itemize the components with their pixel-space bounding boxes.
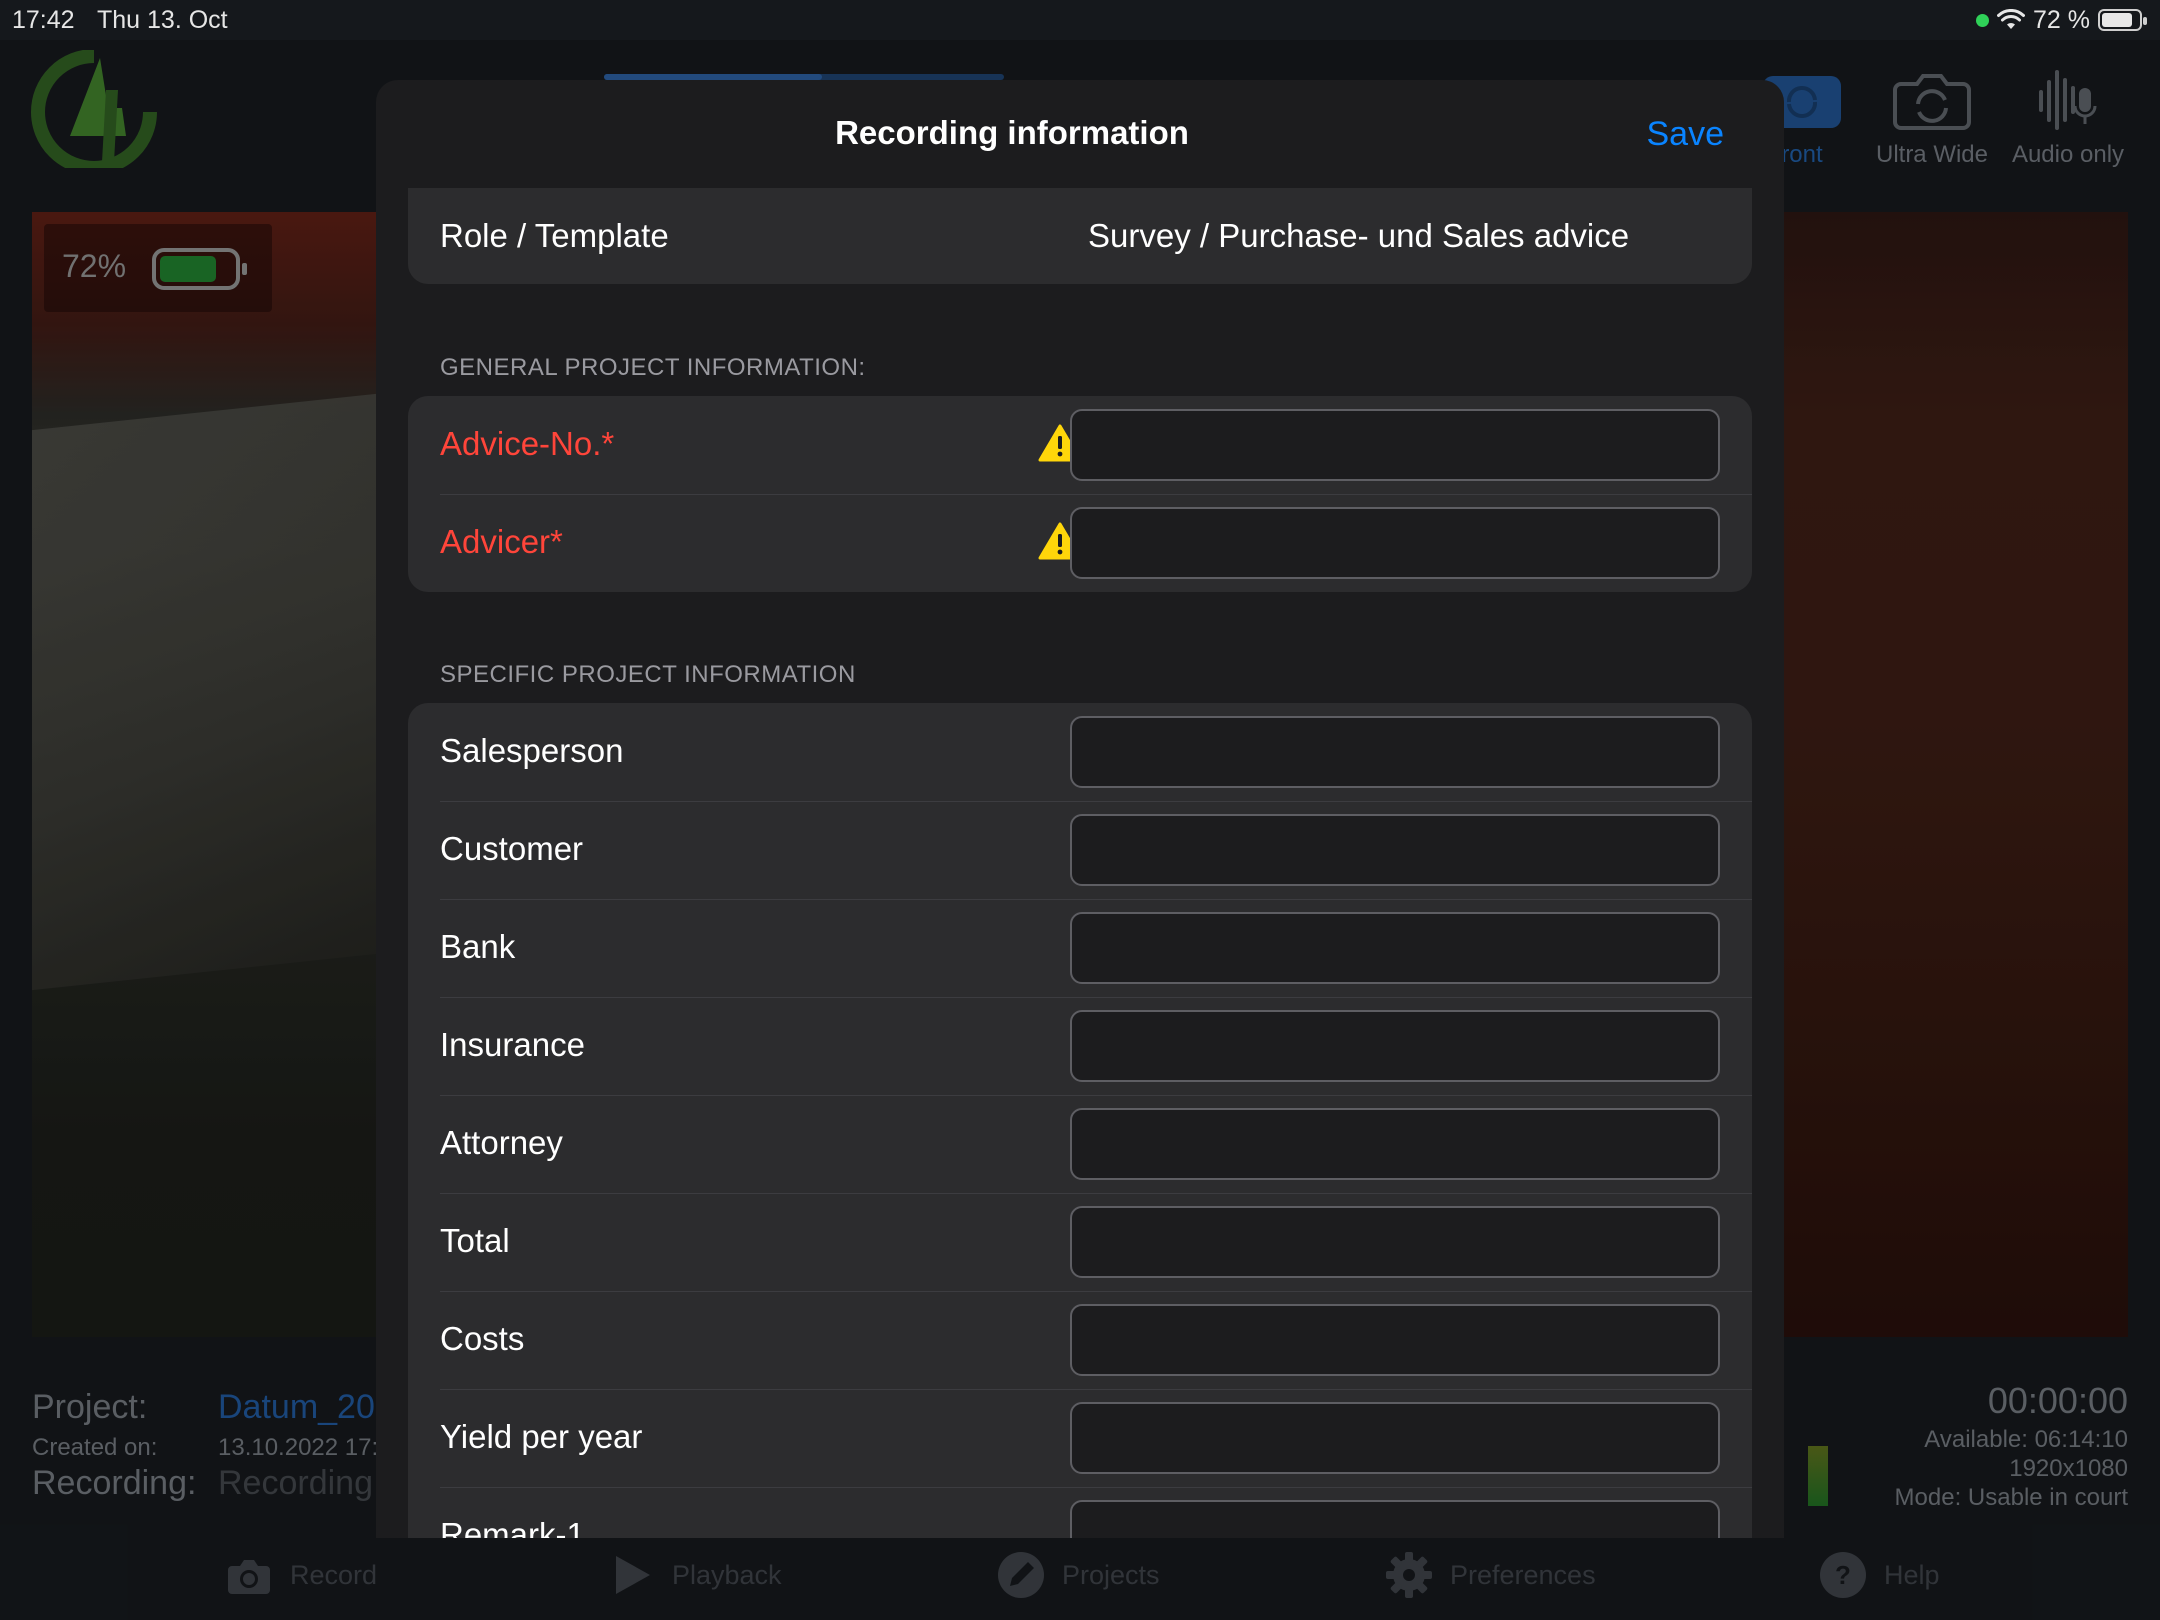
- form-row-yield-per-year: Yield per year: [408, 1389, 1752, 1487]
- sheet-header: Recording information Save: [376, 80, 1784, 188]
- costs-input[interactable]: [1070, 1304, 1720, 1376]
- camera-active-dot-icon: [1976, 13, 1990, 27]
- remark-1-input[interactable]: [1070, 1500, 1720, 1538]
- total-input[interactable]: [1070, 1206, 1720, 1278]
- customer-input[interactable]: [1070, 814, 1720, 886]
- total-label: Total: [440, 1222, 510, 1259]
- customer-label: Customer: [440, 830, 584, 867]
- status-time: 17:42: [12, 6, 75, 34]
- yield-per-year-input[interactable]: [1070, 1402, 1720, 1474]
- specific-info-group: Salesperson Customer Bank Insurance Atto…: [408, 703, 1752, 1538]
- status-indicators: 72 %: [1976, 5, 2147, 35]
- bank-label: Bank: [440, 928, 516, 965]
- bank-input[interactable]: [1070, 912, 1720, 984]
- salesperson-label: Salesperson: [440, 732, 624, 769]
- role-template-value: Survey / Purchase- und Sales advice: [1088, 217, 1630, 254]
- insurance-label: Insurance: [440, 1026, 585, 1063]
- form-row-bank: Bank: [408, 899, 1752, 997]
- remark-1-label: Remark-1: [440, 1516, 585, 1538]
- general-info-group: Advice-No.* Advicer*: [408, 396, 1752, 592]
- advice-no-input[interactable]: [1070, 409, 1720, 481]
- yield-per-year-label: Yield per year: [440, 1418, 643, 1455]
- form-row-total: Total: [408, 1193, 1752, 1291]
- form-row-costs: Costs: [408, 1291, 1752, 1389]
- wifi-icon: [1997, 9, 2026, 29]
- attorney-label: Attorney: [440, 1124, 563, 1161]
- advicer-label: Advicer*: [440, 523, 563, 560]
- advice-no-label: Advice-No.*: [440, 425, 615, 462]
- status-battery-percent: 72 %: [2033, 5, 2090, 34]
- salesperson-input[interactable]: [1070, 716, 1720, 788]
- advicer-input[interactable]: [1070, 507, 1720, 579]
- form-row-customer: Customer: [408, 801, 1752, 899]
- status-date: Thu 13. Oct: [97, 6, 228, 34]
- form-row-advicer: Advicer*: [408, 494, 1752, 592]
- role-template-row[interactable]: Role / Template Survey / Purchase- und S…: [408, 188, 1752, 284]
- status-bar: 17:42 Thu 13. Oct 72 %: [0, 0, 2160, 40]
- form-row-insurance: Insurance: [408, 997, 1752, 1095]
- save-button[interactable]: Save: [1647, 115, 1725, 154]
- specific-section-header: SPECIFIC PROJECT INFORMATION: [440, 661, 856, 688]
- recording-information-sheet: Recording information Save Role / Templa…: [376, 80, 1784, 1538]
- attorney-input[interactable]: [1070, 1108, 1720, 1180]
- form-row-advice-no: Advice-No.*: [408, 396, 1752, 494]
- battery-icon: [2098, 9, 2147, 31]
- form-row-attorney: Attorney: [408, 1095, 1752, 1193]
- role-template-label: Role / Template: [440, 217, 669, 254]
- form-row-salesperson: Salesperson: [408, 703, 1752, 801]
- insurance-input[interactable]: [1070, 1010, 1720, 1082]
- sheet-title: Recording information: [835, 114, 1189, 151]
- costs-label: Costs: [440, 1320, 525, 1357]
- form-row-remark-1: Remark-1: [408, 1487, 1752, 1538]
- general-section-header: GENERAL PROJECT INFORMATION:: [440, 354, 866, 381]
